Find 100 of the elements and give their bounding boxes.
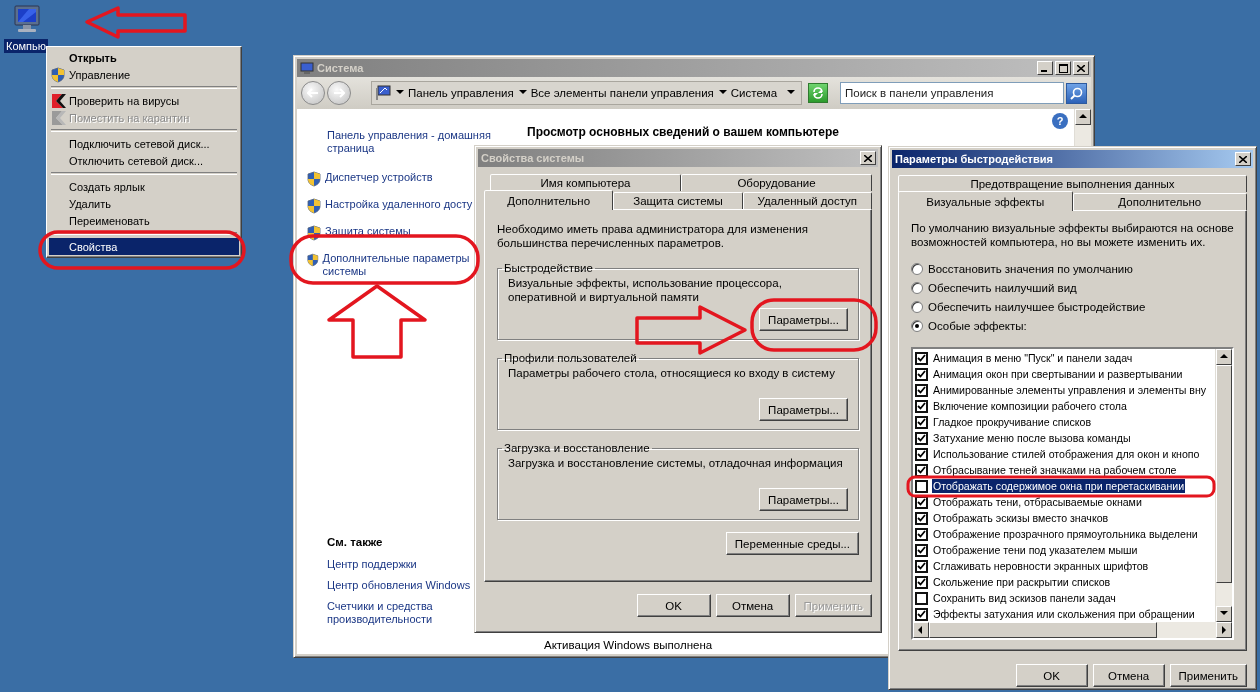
menu-item[interactable]: Подключить сетевой диск...: [49, 135, 239, 152]
checkbox[interactable]: [915, 543, 928, 557]
effect-label[interactable]: Анимация в меню "Пуск" и панели задач: [932, 351, 1134, 365]
dialog-button[interactable]: Отмена: [715, 594, 790, 617]
effect-label[interactable]: Включение композиции рабочего стола: [932, 399, 1128, 413]
search-field[interactable]: Поиск в панели управления: [840, 82, 1064, 104]
scroll-up-button[interactable]: [1216, 349, 1232, 365]
horizontal-scrollbar[interactable]: [913, 622, 1232, 638]
search-button[interactable]: [1066, 82, 1087, 104]
scroll-thumb[interactable]: [1216, 365, 1232, 583]
scroll-left-button[interactable]: [913, 622, 929, 638]
checkbox[interactable]: [915, 351, 928, 365]
checkbox[interactable]: [915, 527, 928, 541]
breadcrumb[interactable]: Система: [718, 87, 778, 99]
vertical-scrollbar[interactable]: [1215, 349, 1232, 622]
effect-label[interactable]: Отображать тени, отбрасываемые окнами: [932, 495, 1143, 509]
close-icon: [1239, 155, 1247, 163]
refresh-icon: [812, 87, 825, 99]
shield-icon: [51, 66, 65, 83]
checkbox[interactable]: [915, 575, 928, 589]
tab[interactable]: Защита системы: [613, 192, 743, 209]
effect-label[interactable]: Эффекты затухания или скольжения при обращении: [932, 607, 1196, 621]
effect-label[interactable]: Сглаживать неровности экранных шрифтов: [932, 559, 1150, 573]
dialog-button[interactable]: OK: [636, 594, 711, 617]
menu-item[interactable]: Открыть: [49, 49, 239, 66]
checkbox[interactable]: [915, 383, 928, 397]
dialog-button[interactable]: OK: [1015, 664, 1088, 687]
checkbox[interactable]: [915, 447, 928, 461]
checkbox[interactable]: [915, 399, 928, 413]
tab[interactable]: Оборудование: [681, 174, 872, 191]
scroll-right-button[interactable]: [1216, 622, 1232, 638]
tab[interactable]: Визуальные эффекты: [898, 191, 1073, 211]
breadcrumb[interactable]: Все элементы панели управления: [518, 87, 714, 99]
minimize-button[interactable]: [1037, 61, 1053, 75]
radio-option[interactable]: Обеспечить наилучший вид: [911, 278, 1234, 297]
effect-label[interactable]: Скольжение при раскрытии списков: [932, 575, 1112, 589]
settings-button[interactable]: Параметры...: [759, 308, 848, 331]
effect-label[interactable]: Использование стилей отображения для окон и кнопо: [932, 447, 1201, 461]
checkbox[interactable]: [915, 367, 928, 381]
effect-label[interactable]: Отбрасывание теней значками на рабочем столе: [932, 463, 1178, 477]
refresh-button[interactable]: [808, 83, 828, 103]
checkbox[interactable]: [915, 431, 928, 445]
task-link[interactable]: Диспетчер устройств: [307, 171, 483, 187]
menu-item[interactable]: Переименовать: [49, 212, 239, 229]
settings-button[interactable]: Параметры...: [759, 488, 848, 511]
dialog-button[interactable]: Отмена: [1092, 664, 1165, 687]
scroll-down-button[interactable]: [1216, 606, 1232, 622]
dialog-button[interactable]: Применить: [1169, 664, 1247, 687]
address-bar[interactable]: Панель управления Все элементы панели управления Система: [371, 81, 803, 105]
checkbox[interactable]: [915, 607, 928, 621]
menu-item[interactable]: Создать ярлык: [49, 178, 239, 195]
computer-label[interactable]: Компью: [4, 39, 49, 53]
close-button[interactable]: [1073, 61, 1089, 75]
checkbox[interactable]: [915, 415, 928, 429]
effect-label[interactable]: Отображать содержимое окна при перетаскивании: [932, 479, 1186, 493]
settings-button[interactable]: Параметры...: [759, 398, 848, 421]
maximize-button[interactable]: [1055, 61, 1071, 75]
tab[interactable]: Предотвращение выполнения данных: [898, 175, 1247, 192]
effect-label[interactable]: Анимированные элементы управления и элементы вну: [932, 383, 1208, 397]
menu-item[interactable]: Управление: [49, 66, 239, 83]
effect-label[interactable]: Отображение тени под указателем мыши: [932, 543, 1139, 557]
tab[interactable]: Имя компьютера: [490, 174, 681, 191]
checkbox[interactable]: [915, 463, 928, 477]
scroll-up-button[interactable]: [1075, 109, 1091, 125]
effect-label[interactable]: Отображение прозрачного прямоугольника выделени: [932, 527, 1199, 541]
help-button[interactable]: ?: [1052, 113, 1068, 129]
effect-label[interactable]: Гладкое прокручивание списков: [932, 415, 1093, 429]
radio-option[interactable]: Восстановить значения по умолчанию: [911, 259, 1234, 278]
menu-item[interactable]: Удалить: [49, 195, 239, 212]
radio-option[interactable]: Обеспечить наилучшее быстродействие: [911, 297, 1234, 316]
task-link[interactable]: Настройка удаленного досту: [307, 198, 483, 214]
scroll-thumb[interactable]: [929, 622, 1157, 638]
menu-item[interactable]: Отключить сетевой диск...: [49, 152, 239, 169]
radio-option[interactable]: Особые эффекты:: [911, 316, 1234, 335]
task-link[interactable]: Дополнительные параметры системы: [307, 252, 483, 278]
window-title: Параметры быстродействия: [895, 153, 1053, 165]
checkbox[interactable]: [915, 559, 928, 573]
close-button[interactable]: [1235, 152, 1251, 166]
forward-button[interactable]: [327, 81, 351, 105]
group-description: Параметры рабочего стола, относящиеся ко входу в систему: [508, 366, 836, 381]
breadcrumb[interactable]: Панель управления: [396, 87, 514, 99]
back-button[interactable]: [301, 81, 325, 105]
shield-icon: [307, 198, 321, 214]
effect-label[interactable]: Отображать эскизы вместо значков: [932, 511, 1110, 525]
menu-item[interactable]: Свойства: [49, 238, 239, 255]
menu-item[interactable]: Проверить на вирусы: [49, 92, 239, 109]
home-link[interactable]: Панель управления - домашняя страница: [327, 129, 497, 155]
close-button[interactable]: [860, 151, 876, 165]
checkbox[interactable]: [915, 511, 928, 525]
checkbox[interactable]: [915, 591, 928, 605]
tab[interactable]: Дополнительно: [484, 190, 614, 210]
effect-label[interactable]: Затухание меню после вызова команды: [932, 431, 1132, 445]
tab[interactable]: Дополнительно: [1072, 193, 1247, 210]
effect-label[interactable]: Анимация окон при свертывании и развертывании: [932, 367, 1184, 381]
caret-icon: [518, 89, 527, 97]
computer-icon: [300, 61, 314, 75]
environment-button[interactable]: Переменные среды...: [725, 532, 859, 555]
checkbox[interactable]: [915, 479, 928, 493]
effect-label[interactable]: Сохранить вид эскизов панели задач: [932, 591, 1117, 605]
tab[interactable]: Удаленный доступ: [742, 192, 872, 209]
